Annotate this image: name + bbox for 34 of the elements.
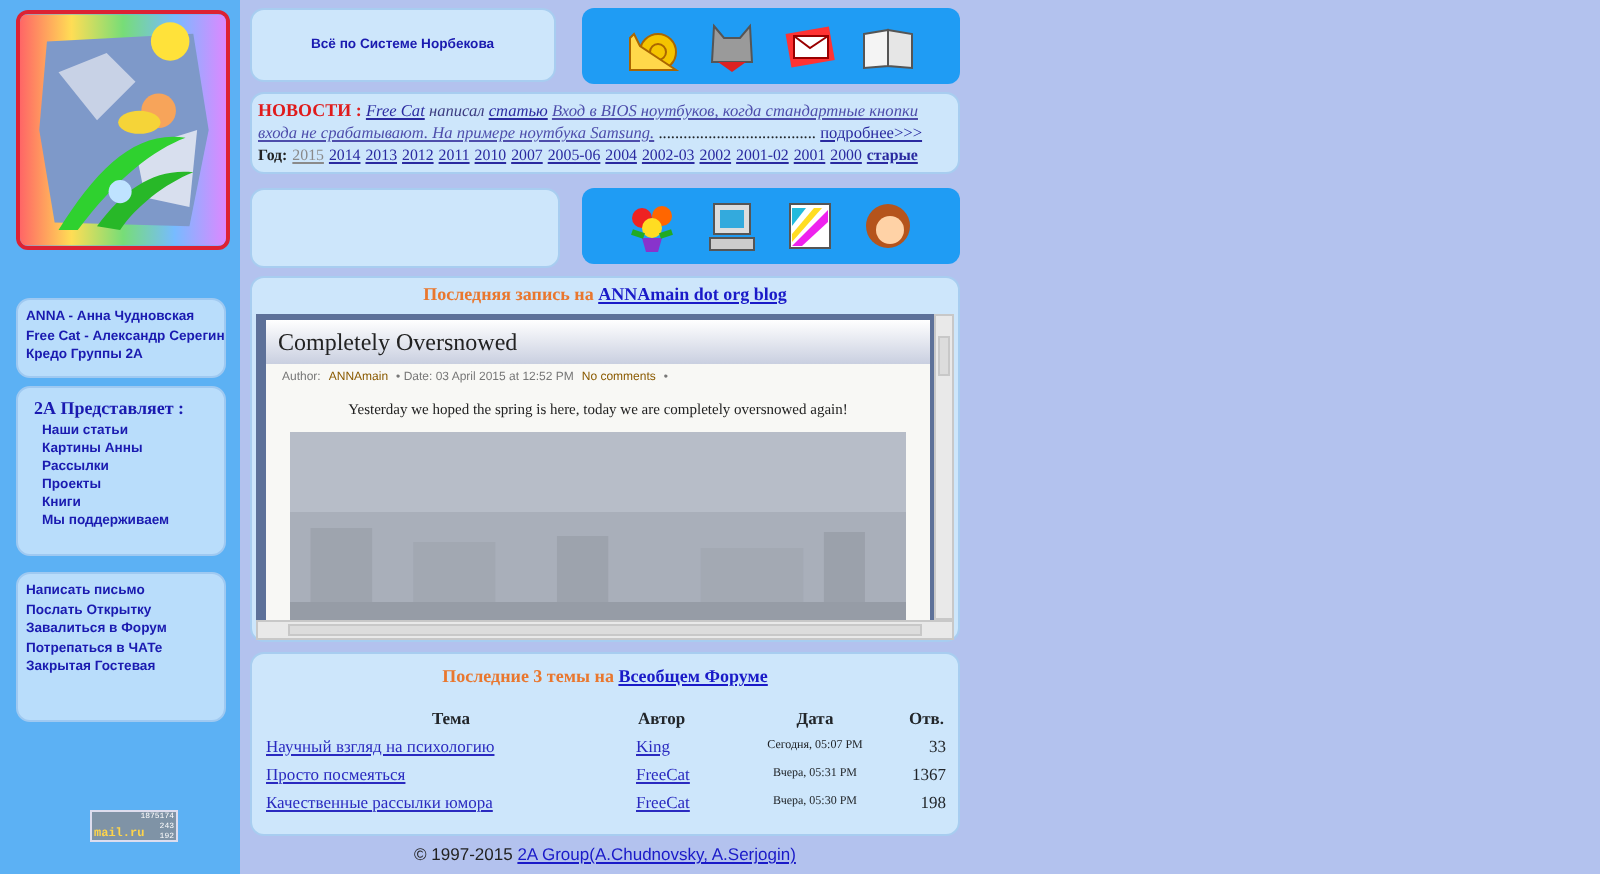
post-title: Completely Oversnowed — [266, 320, 930, 364]
replies-cell-text: 198 — [918, 789, 946, 815]
column-header: Дата — [794, 705, 836, 731]
news-verb: написал — [428, 102, 485, 120]
section-title: 2А Представляет : — [34, 396, 187, 420]
blog-heading: Последняя запись на — [423, 284, 594, 304]
author-link[interactable]: FreeCat — [636, 763, 690, 783]
topic-link[interactable]: Просто посмеяться — [266, 763, 406, 783]
article-link[interactable]: статью — [488, 102, 548, 120]
topic-link[interactable]: Научный взгляд на психологию — [266, 735, 495, 755]
column-header: Автор — [636, 705, 688, 731]
column-header: Отв. — [906, 705, 946, 731]
scrollbar-thumb[interactable] — [288, 624, 922, 636]
headline-link[interactable]: Вход в BIOS ноутбуков, когда стандартные кнопки — [551, 102, 918, 120]
topic-link[interactable]: Качественные рассылки юмора — [266, 791, 493, 811]
author-link[interactable]: King — [636, 735, 670, 755]
author-link[interactable]: FreeCat — [636, 791, 690, 811]
news-label: НОВОСТИ : — [258, 100, 362, 120]
scrollbar-thumb[interactable] — [938, 336, 950, 376]
column-header: Тема — [429, 705, 473, 731]
more-link[interactable]: подробнее>>> — [820, 124, 923, 142]
forum-heading: Последние 3 темы на — [442, 666, 614, 686]
replies-cell-text: 1367 — [910, 761, 946, 787]
headline-link[interactable]: входа не срабатывают. На примере ноутбука Samsung. — [258, 124, 655, 142]
author-link[interactable]: Free Cat — [365, 102, 425, 120]
replies-cell-text: 33 — [927, 733, 946, 759]
copyright-text: © 1997-2015 — [414, 844, 513, 864]
computer-icon[interactable] — [703, 198, 760, 254]
blog-link[interactable]: ANNAmain dot org blog — [598, 284, 787, 304]
horizontal-scrollbar[interactable] — [256, 620, 954, 640]
vertical-scrollbar[interactable] — [934, 314, 954, 620]
dots-text: ...................................... — [658, 124, 817, 142]
footer-link[interactable]: 2A Group(A.Chudnovsky, A.Serjogin) — [517, 844, 796, 864]
forum-link[interactable]: Всеобщем Форуме — [618, 666, 768, 686]
